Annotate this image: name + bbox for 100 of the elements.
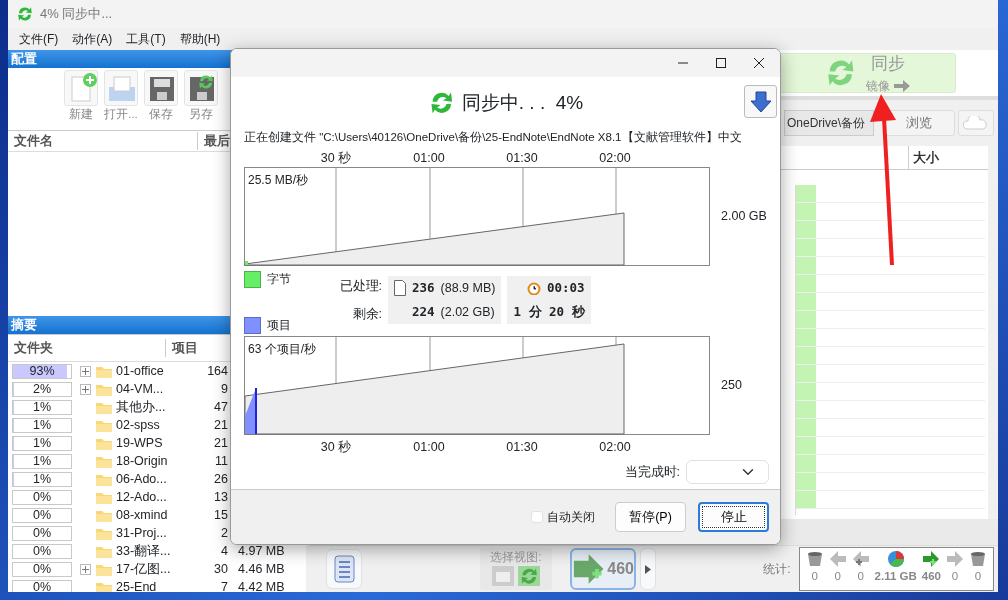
toolbar-button-label[interactable]: 另存 bbox=[189, 106, 213, 124]
menu-item[interactable]: 工具(T) bbox=[119, 30, 173, 48]
axis-label: 01:00 bbox=[412, 150, 446, 168]
expand-button[interactable] bbox=[744, 85, 777, 118]
stat-value: 0 bbox=[834, 569, 841, 584]
expand-icon[interactable] bbox=[81, 384, 90, 394]
folder-name: 06-Ado... bbox=[116, 470, 168, 488]
trash-icon bbox=[969, 550, 987, 568]
stat-value: 0 bbox=[951, 569, 959, 584]
expand-icon[interactable] bbox=[81, 366, 90, 376]
down-arrow-icon bbox=[749, 91, 772, 114]
folder-size: 4.97 MB bbox=[238, 542, 286, 560]
folder-icon bbox=[96, 382, 112, 396]
item-count: 15 bbox=[213, 506, 228, 524]
remaining-size: (2.02 GB) bbox=[440, 304, 495, 322]
processed-label: 已处理: bbox=[339, 277, 382, 295]
total-label: 2.00 GB bbox=[721, 208, 767, 226]
folder-icon bbox=[96, 490, 112, 504]
alarm-clock-icon bbox=[527, 280, 541, 295]
toolbar-button-label[interactable]: 保存 bbox=[149, 106, 173, 124]
folder-icon bbox=[96, 526, 112, 540]
list-view-button[interactable] bbox=[326, 549, 362, 589]
expand-icon[interactable] bbox=[81, 564, 90, 574]
menu-item[interactable]: 帮助(H) bbox=[172, 30, 228, 48]
folder-icon bbox=[96, 436, 112, 450]
pause-button[interactable]: 暂停(P) bbox=[615, 502, 686, 532]
item-count: 26 bbox=[213, 470, 228, 488]
folder-name: 33-翻译... bbox=[116, 542, 172, 560]
toolbar-button-label[interactable]: 打开... bbox=[104, 106, 138, 124]
legend-label: 字节 bbox=[267, 271, 291, 289]
folder-icon bbox=[96, 400, 112, 414]
menu-item[interactable]: 文件(F) bbox=[12, 30, 66, 48]
percent-bar: 1% bbox=[12, 435, 72, 451]
folder-size: 4.46 MB bbox=[238, 560, 286, 578]
stat-value: 2.11 GB bbox=[874, 569, 917, 584]
sync-icon bbox=[16, 5, 34, 23]
status-text: 正在创建文件 "C:\Users\40126\OneDrive\备份\25-EndNote\EndNote X8.1【文献管理软件】中文 bbox=[243, 130, 742, 145]
stats-label: 统计: bbox=[763, 561, 791, 578]
more-button[interactable] bbox=[640, 548, 656, 590]
column-header[interactable]: 大小 bbox=[908, 146, 988, 169]
maximize-icon[interactable] bbox=[716, 58, 726, 68]
stat-value: 0 bbox=[974, 569, 982, 584]
column-header[interactable]: 文件夹 bbox=[8, 338, 166, 358]
processed-count: 236 bbox=[412, 278, 435, 297]
axis-label: 01:00 bbox=[412, 439, 446, 457]
when-done-label: 当完成时: bbox=[624, 463, 680, 481]
folder-icon bbox=[96, 580, 112, 592]
percent-bar: 0% bbox=[12, 489, 72, 505]
stop-button[interactable]: 停止 bbox=[698, 502, 769, 532]
percent-bar: 0% bbox=[12, 543, 72, 559]
column-header[interactable]: 文件名 bbox=[8, 131, 198, 151]
folder-icon bbox=[96, 508, 112, 522]
checkbox-label: 自动关闭 bbox=[547, 509, 595, 526]
axis-label: 01:30 bbox=[505, 150, 539, 168]
folder-name: 其他办... bbox=[116, 398, 167, 416]
folder-name: 25-End bbox=[116, 578, 158, 592]
axis-label: 02:00 bbox=[598, 150, 632, 168]
item-count: 13 bbox=[213, 488, 228, 506]
folder-name: 04-VM... bbox=[116, 380, 165, 398]
folder-name: 02-spss bbox=[116, 416, 161, 434]
item-count: 47 bbox=[213, 398, 228, 416]
folder-name: 19-WPS bbox=[116, 434, 164, 452]
percent-bar: 1% bbox=[12, 471, 72, 487]
stat-value: 0 bbox=[811, 569, 818, 584]
elapsed-time: 00:03 bbox=[547, 278, 585, 297]
stat-value: 0 bbox=[857, 569, 864, 584]
percent-bar: 93% bbox=[12, 363, 72, 379]
right-arrow-icon bbox=[946, 550, 964, 568]
auto-close-checkbox[interactable] bbox=[531, 511, 543, 523]
arrow-plus-icon bbox=[572, 552, 606, 586]
column-header[interactable]: 项目 bbox=[166, 338, 218, 358]
toolbar-button-label[interactable]: 新建 bbox=[69, 106, 93, 124]
menu-item[interactable]: 动作(A) bbox=[65, 30, 120, 48]
folder-name: 31-Proj... bbox=[116, 524, 168, 542]
percent-bar: 1% bbox=[12, 399, 72, 415]
cloud-icon bbox=[963, 116, 989, 131]
stat-value: 460 bbox=[921, 569, 941, 584]
item-count: 9 bbox=[220, 380, 228, 398]
folder-icon bbox=[96, 544, 112, 558]
left-arrow-icon bbox=[828, 550, 847, 568]
trash-icon bbox=[805, 550, 824, 568]
folder-name: 17-亿图... bbox=[116, 560, 172, 578]
folder-icon bbox=[96, 472, 112, 486]
folder-icon bbox=[96, 364, 112, 378]
item-count: 4 bbox=[220, 542, 228, 560]
folder-icon bbox=[96, 454, 112, 468]
remaining-label: 剩余: bbox=[352, 306, 382, 324]
item-count: 21 bbox=[213, 434, 228, 452]
path-field[interactable]: OneDrive\备份 bbox=[784, 110, 874, 136]
close-icon[interactable] bbox=[754, 58, 764, 68]
axis-label: 30 秒 bbox=[319, 439, 353, 457]
item-count: 2 bbox=[220, 524, 228, 542]
caret-icon bbox=[645, 565, 651, 575]
folder-icon bbox=[96, 562, 112, 576]
item-count: 30 bbox=[213, 560, 228, 578]
processed-size: (88.9 MB) bbox=[440, 279, 496, 297]
item-count: 11 bbox=[214, 452, 228, 470]
item-count: 164 bbox=[206, 362, 228, 380]
pie-chart-icon bbox=[886, 550, 905, 568]
percent-bar: 0% bbox=[12, 579, 72, 592]
